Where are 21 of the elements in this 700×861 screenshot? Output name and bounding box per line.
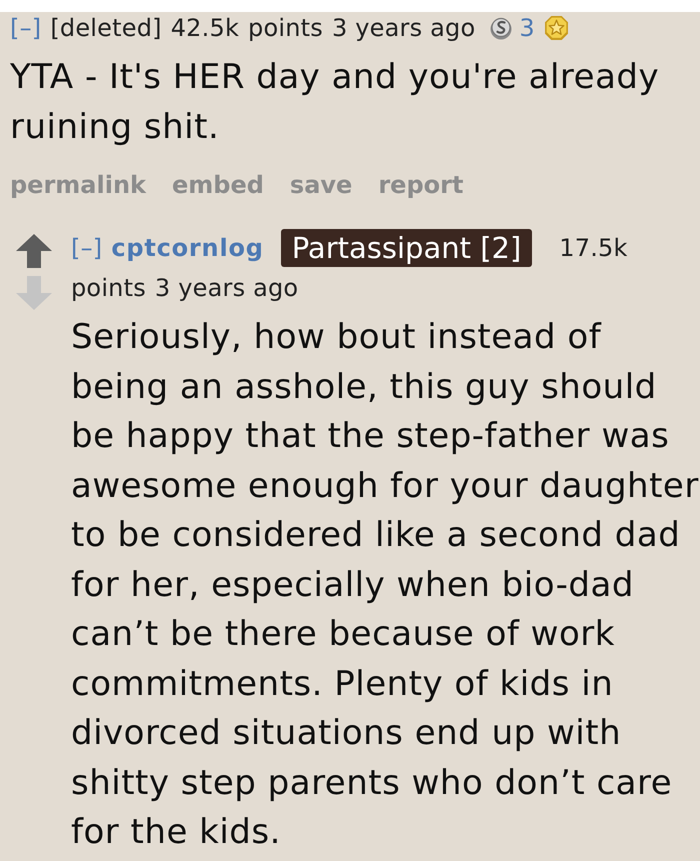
comment-action-link[interactable]: permalink (10, 168, 146, 202)
coin-award-icon (490, 16, 512, 40)
comment-action-link[interactable]: save (290, 168, 352, 202)
post-age: 3 years ago (332, 13, 476, 44)
upvote-arrow-icon[interactable] (16, 234, 52, 268)
award-count: 3 (519, 13, 535, 44)
comment-body: Seriously, how bout instead of being an asshole, this guy should be happy that the step-father was awesome enough for your daughter to be considered like a second dad for her, especially when bio-dad can’t be there because of work commitments. Plenty of kids in divorced situations end up with shitty step parents who don’t care for the kids. (71, 316, 700, 854)
collapse-toggle[interactable]: [–] (10, 12, 42, 44)
comment-action-link[interactable]: report (378, 168, 464, 202)
score-unit: points (71, 273, 146, 304)
post-age: 3 years ago (154, 273, 298, 304)
score: 17.5k (559, 233, 628, 264)
collapse-toggle[interactable]: [–] (71, 232, 102, 264)
star-badge-icon (544, 15, 569, 41)
author-name[interactable]: cptcornlog (111, 232, 264, 264)
deleted-author-label: [deleted] (50, 13, 162, 44)
score: 42.5k (170, 13, 240, 44)
score-unit: points (248, 13, 323, 44)
comment-action-link[interactable]: embed (172, 168, 264, 202)
user-flair: Partassipant [2] (280, 229, 532, 267)
comment-body: YTA - It's HER day and you're already ruining shit. (10, 56, 660, 148)
